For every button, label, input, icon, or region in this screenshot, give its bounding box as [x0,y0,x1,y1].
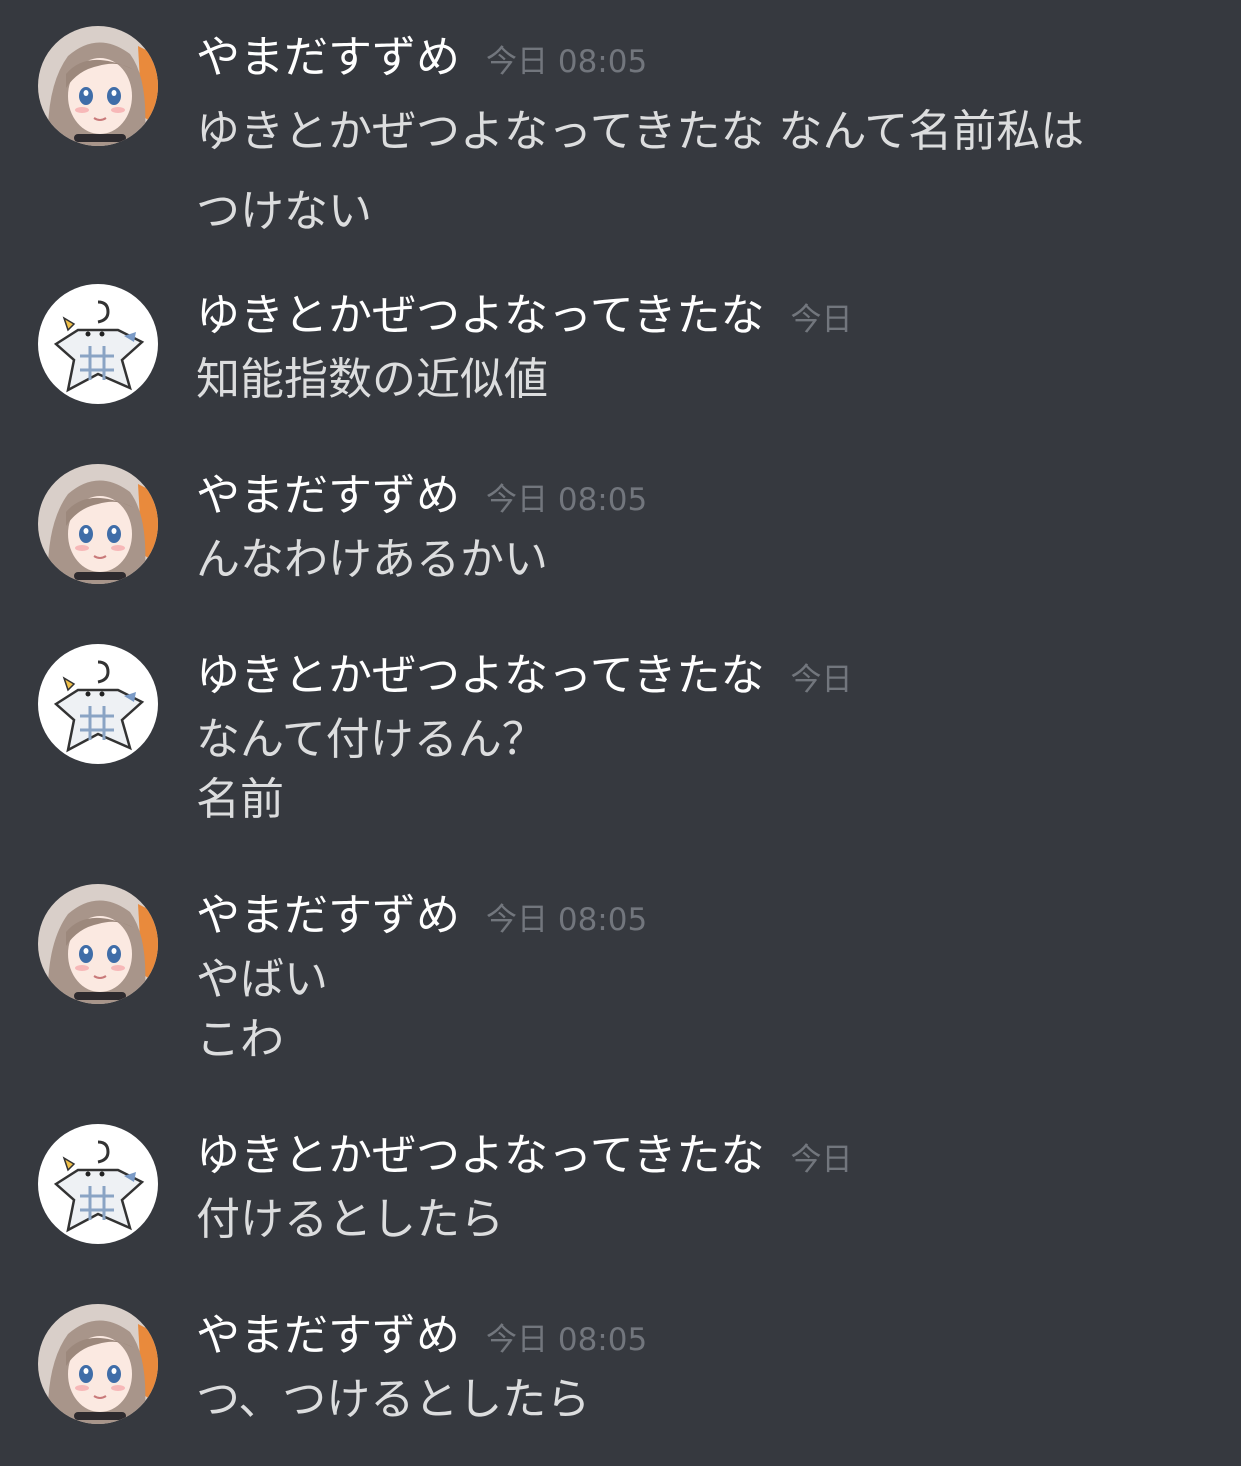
message-timestamp: 今日 [790,1142,853,1178]
message-author[interactable]: やまだすずめ [196,890,460,941]
snowman-star-avatar-icon [38,1124,158,1244]
avatar-yukitokaze[interactable] [38,644,158,764]
message-timestamp: 今日 08:05 [486,902,648,938]
message-timestamp: 今日 08:05 [486,44,648,80]
message-text: んなわけあるかい [196,534,548,585]
message-text: 知能指数の近似値 [196,354,548,405]
message-timestamp: 今日 [790,302,853,338]
message-text: 付けるとしたら [196,1194,504,1245]
message-content: 付けるとしたら [196,1190,504,1250]
message-text: つけない [196,186,372,237]
message-content: やばい こわ [196,950,328,1070]
avatar-yamada[interactable] [38,26,158,146]
chat-log: やまだすずめ 今日 08:05 ゆきとかぜつよなってきたな なんて名前私は つけな… [0,0,1241,1466]
message-text: こわ [196,1014,284,1065]
message-content: つ、つけるとしたら [196,1370,590,1430]
snowman-star-avatar-icon [38,284,158,404]
anime-girl-avatar-icon [38,1304,158,1424]
message-timestamp: 今日 [790,662,853,698]
message-author[interactable]: ゆきとかぜつよなってきたな [196,290,764,341]
avatar-yukitokaze[interactable] [38,284,158,404]
message-author[interactable]: やまだすずめ [196,32,460,83]
anime-girl-avatar-icon [38,26,158,146]
message-text: ゆきとかぜつよなってきたな なんて名前私は [196,106,1085,157]
message-author[interactable]: やまだすずめ [196,1310,460,1361]
message-author[interactable]: ゆきとかぜつよなってきたな [196,650,764,701]
message-content: ゆきとかぜつよなってきたな なんて名前私は つけない [196,92,1084,252]
message-content: んなわけあるかい [196,530,548,590]
avatar-yukitokaze[interactable] [38,1124,158,1244]
anime-girl-avatar-icon [38,464,158,584]
message-text: なんて付けるん？ [196,714,546,765]
avatar-yamada[interactable] [38,884,158,1004]
message-content: なんて付けるん？ 名前 [196,710,546,830]
snowman-star-avatar-icon [38,644,158,764]
avatar-yamada[interactable] [38,1304,158,1424]
message-author[interactable]: ゆきとかぜつよなってきたな [196,1130,764,1181]
message-text: やばい [196,954,328,1005]
message-author[interactable]: やまだすずめ [196,470,460,521]
anime-girl-avatar-icon [38,884,158,1004]
avatar-yamada[interactable] [38,464,158,584]
message-content: 知能指数の近似値 [196,350,548,410]
message-text: つ、つけるとしたら [196,1374,591,1425]
message-text: 名前 [196,774,284,825]
message-timestamp: 今日 08:05 [486,482,648,518]
message-timestamp: 今日 08:05 [486,1322,648,1358]
